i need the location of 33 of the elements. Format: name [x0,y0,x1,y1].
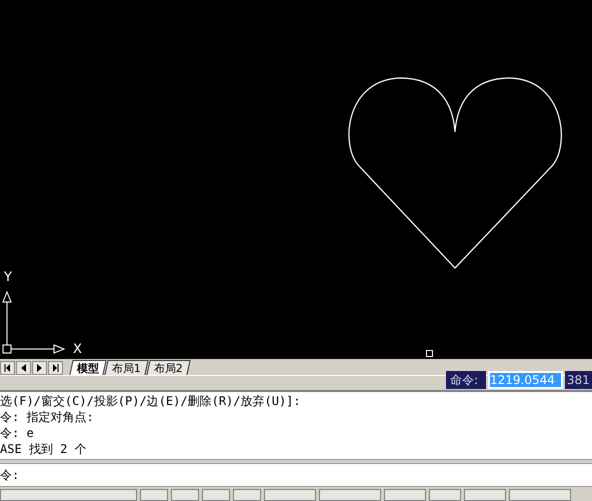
status-bar-button[interactable] [509,488,571,501]
last-tab-button[interactable] [48,360,63,375]
status-bar-button[interactable] [264,488,316,501]
right-arrow-icon [36,364,43,372]
x-axis-label: X [73,343,82,357]
status-bar-button[interactable] [319,488,381,501]
status-bar-button[interactable] [233,488,261,501]
status-bar-button[interactable] [464,488,506,501]
dynamic-input-label: 命令: [446,371,486,389]
left-arrow-icon [4,364,11,372]
command-prompt: 令: [0,467,20,484]
status-bar-button[interactable] [171,488,199,501]
status-bar-button[interactable] [384,488,426,501]
status-bar-button[interactable] [202,488,230,501]
history-line: 选(F)/窗交(C)/投影(P)/边(E)/删除(R)/放弃(U)]: [0,392,302,409]
next-tab-button[interactable] [32,360,47,375]
layout-tab[interactable]: 布局2 [146,360,191,375]
layout-tab[interactable]: 模型 [69,360,107,375]
first-tab-button[interactable] [0,360,15,375]
right-arrow-icon [52,364,59,372]
status-bar-button[interactable] [0,488,137,501]
prev-tab-button[interactable] [16,360,31,375]
status-bar-button[interactable] [140,488,168,501]
history-line: ASE 找到 2 个 [0,440,88,457]
coordinate-input[interactable]: 381 [564,371,592,389]
history-line: 令: e [0,424,35,441]
left-arrow-icon [20,364,27,372]
layout-tab[interactable]: 布局1 [104,360,149,375]
y-axis-label: Y [4,271,12,285]
history-line: 令: 指定对角点: [0,408,95,425]
cursor-square-icon [426,350,433,357]
status-bar-button[interactable] [429,488,461,501]
ucs-axes-icon [2,290,65,356]
